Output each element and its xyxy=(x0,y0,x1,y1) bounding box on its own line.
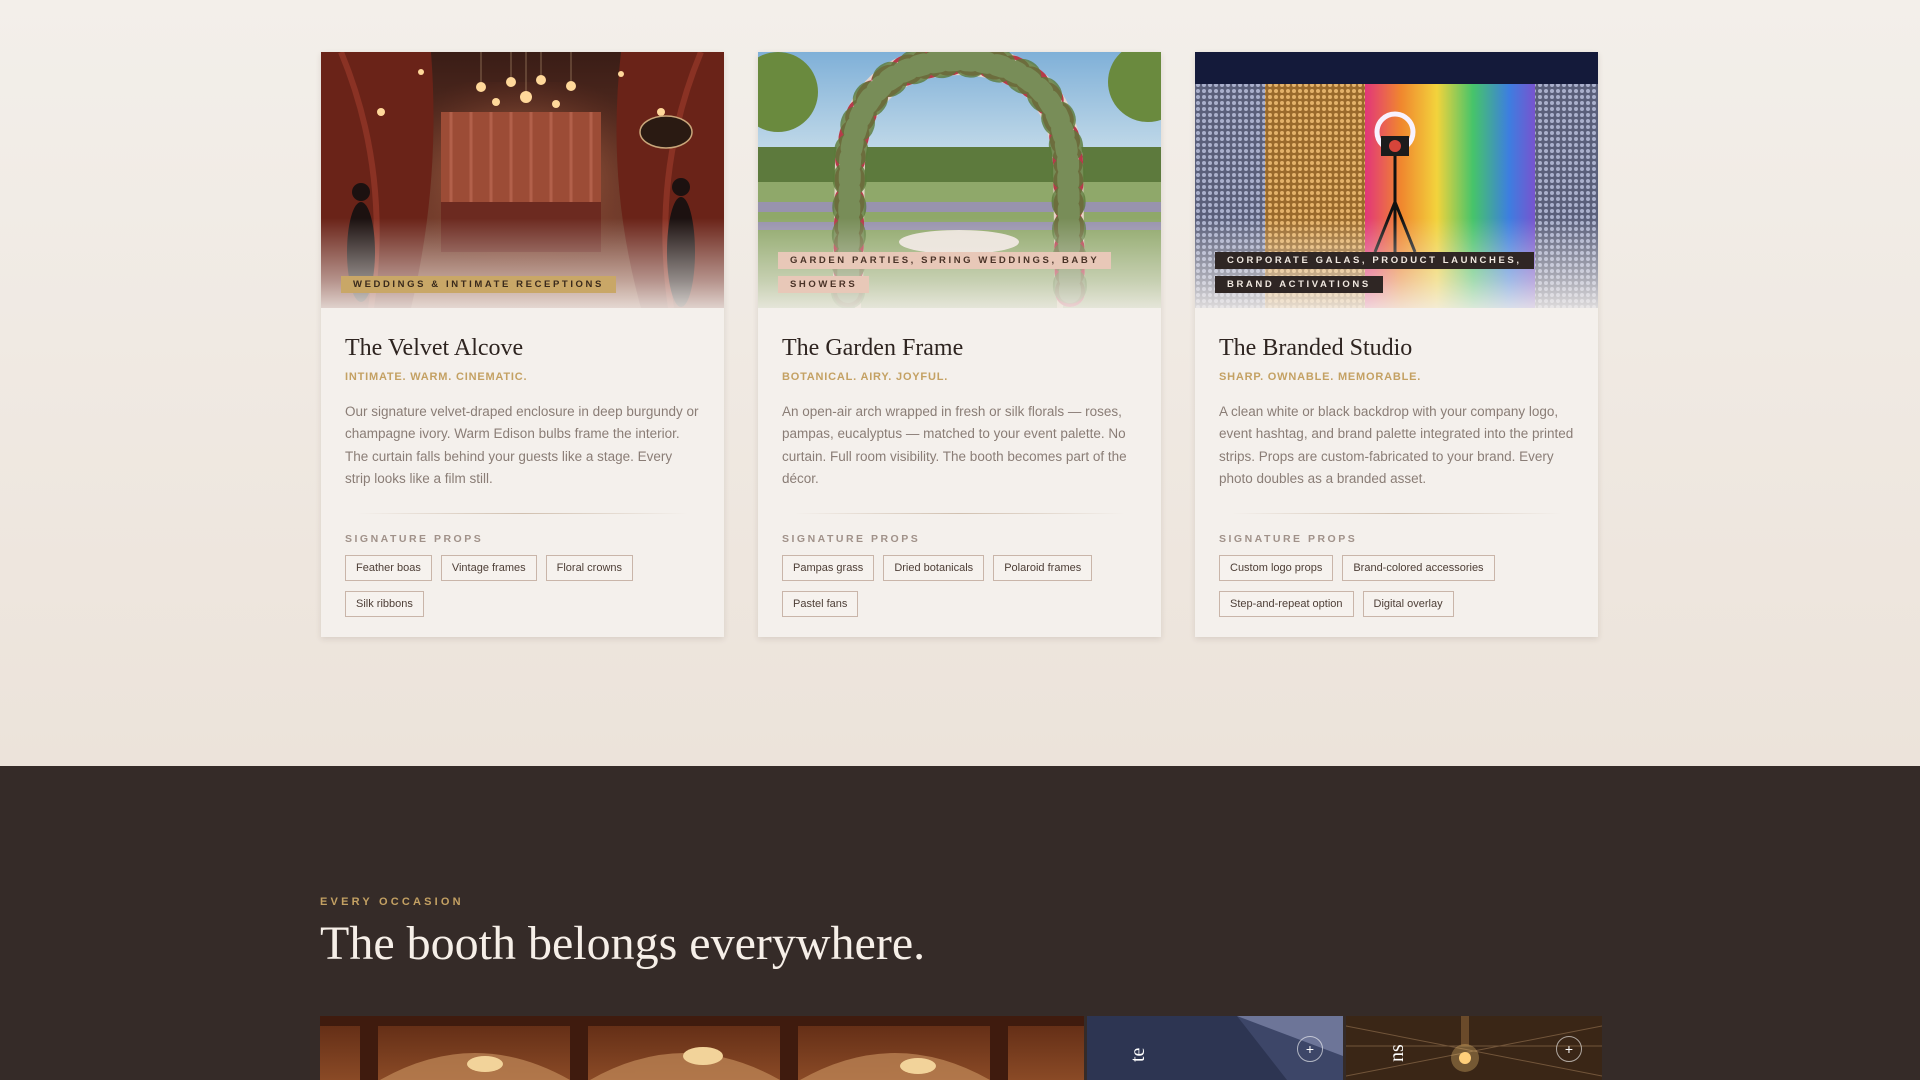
prop-chip[interactable]: Pampas grass xyxy=(782,554,875,581)
occasions-section: EVERY OCCASION The booth belongs everywh… xyxy=(0,766,1920,1080)
prop-chip[interactable]: Silk ribbons xyxy=(345,590,424,617)
section-eyebrow: EVERY OCCASION xyxy=(320,896,464,908)
card-description: A clean white or black backdrop with you… xyxy=(1219,403,1574,487)
prop-chip[interactable]: Dried botanicals xyxy=(883,554,985,581)
tile-label: ns xyxy=(1386,1044,1408,1062)
section-headline: The booth belongs everywhere. xyxy=(320,917,926,970)
branded-studio-image: CORPORATE GALAS, PRODUCT LAUNCHES, BRAND… xyxy=(1195,52,1598,308)
card-title: The Branded Studio xyxy=(1219,335,1413,361)
props-label: SIGNATURE PROPS xyxy=(782,532,921,545)
booth-cards: WEDDINGS & INTIMATE RECEPTIONS The Velve… xyxy=(321,52,1598,637)
velvet-alcove-image: WEDDINGS & INTIMATE RECEPTIONS xyxy=(321,52,724,308)
card-title: The Garden Frame xyxy=(782,335,964,361)
props-label: SIGNATURE PROPS xyxy=(1219,532,1358,545)
occasion-tag: CORPORATE GALAS, PRODUCT LAUNCHES, BRAND… xyxy=(1215,249,1570,297)
prop-chip[interactable]: Polaroid frames xyxy=(993,554,1093,581)
props-label: SIGNATURE PROPS xyxy=(345,532,484,545)
occasion-tile-celebrations[interactable]: + ns xyxy=(1346,1016,1602,1080)
card-description: An open-air arch wrapped in fresh or sil… xyxy=(782,403,1127,487)
props-list: Feather boas Vintage frames Floral crown… xyxy=(345,554,700,617)
booth-card-garden-frame[interactable]: GARDEN PARTIES, SPRING WEDDINGS, BABY SH… xyxy=(758,52,1161,637)
prop-chip[interactable]: Feather boas xyxy=(345,554,432,581)
card-tagline: BOTANICAL. AIRY. JOYFUL. xyxy=(782,370,949,383)
prop-chip[interactable]: Custom logo props xyxy=(1219,554,1334,581)
card-title: The Velvet Alcove xyxy=(345,335,524,361)
occasion-tag: WEDDINGS & INTIMATE RECEPTIONS xyxy=(341,273,696,297)
card-description: Our signature velvet-draped enclosure in… xyxy=(345,403,699,487)
ballroom-image xyxy=(320,1016,1084,1080)
divider xyxy=(794,512,1125,514)
occasion-tile-corporate[interactable]: + te xyxy=(1087,1016,1343,1080)
expand-icon[interactable]: + xyxy=(1556,1036,1582,1062)
tile-label: te xyxy=(1127,1047,1149,1062)
prop-chip[interactable]: Floral crowns xyxy=(545,554,634,581)
prop-chip[interactable]: Digital overlay xyxy=(1362,590,1454,617)
prop-chip[interactable]: Vintage frames xyxy=(440,554,537,581)
divider xyxy=(1231,512,1562,514)
card-section: WEDDINGS & INTIMATE RECEPTIONS The Velve… xyxy=(0,0,1920,766)
prop-chip[interactable]: Step-and-repeat option xyxy=(1219,590,1354,617)
booth-card-velvet-alcove[interactable]: WEDDINGS & INTIMATE RECEPTIONS The Velve… xyxy=(321,52,724,637)
occasion-tile-ballroom[interactable] xyxy=(320,1016,1084,1080)
card-tagline: INTIMATE. WARM. CINEMATIC. xyxy=(345,370,528,383)
expand-icon[interactable]: + xyxy=(1297,1036,1323,1062)
occasion-tag: GARDEN PARTIES, SPRING WEDDINGS, BABY SH… xyxy=(778,249,1133,297)
card-tagline: SHARP. OWNABLE. MEMORABLE. xyxy=(1219,370,1422,383)
booth-card-branded-studio[interactable]: CORPORATE GALAS, PRODUCT LAUNCHES, BRAND… xyxy=(1195,52,1598,637)
divider xyxy=(357,512,688,514)
props-list: Custom logo props Brand-colored accessor… xyxy=(1219,554,1574,617)
prop-chip[interactable]: Pastel fans xyxy=(782,590,859,617)
props-list: Pampas grass Dried botanicals Polaroid f… xyxy=(782,554,1137,617)
garden-frame-image: GARDEN PARTIES, SPRING WEDDINGS, BABY SH… xyxy=(758,52,1161,308)
prop-chip[interactable]: Brand-colored accessories xyxy=(1342,554,1495,581)
